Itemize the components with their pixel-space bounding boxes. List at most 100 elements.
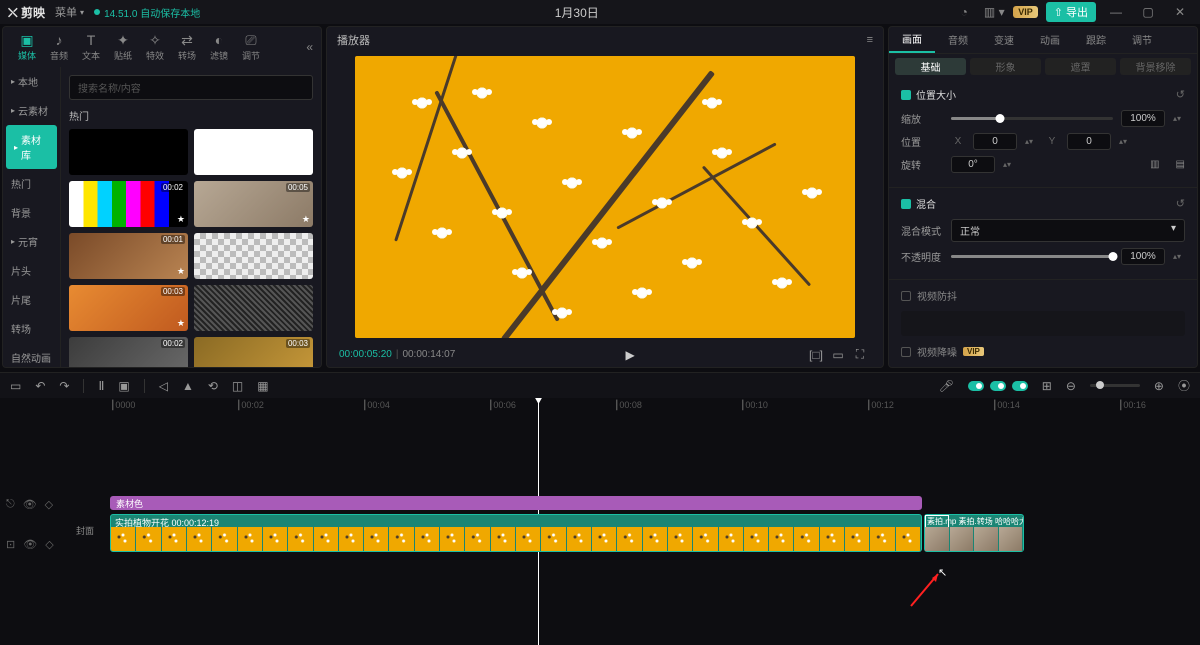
split-icon[interactable]: Ⅱ [98, 379, 104, 393]
mute-icon[interactable]: ◇ [45, 498, 53, 511]
zoom-in-icon[interactable]: ⊕ [1154, 379, 1164, 393]
minimize-button[interactable]: — [1104, 5, 1128, 19]
sidebar-item[interactable]: 片头 [3, 256, 60, 285]
eye-icon[interactable]: 👁 [23, 498, 37, 511]
property-tab[interactable]: 调节 [1119, 27, 1165, 53]
lock-icon[interactable]: ⎋ [6, 498, 15, 511]
collapse-panel-icon[interactable]: « [306, 40, 313, 54]
media-thumbnail[interactable]: 00:01★ [69, 233, 188, 279]
stepper-icon[interactable]: ▴▾ [1003, 162, 1015, 168]
checkbox-off-icon[interactable] [901, 291, 911, 301]
media-tab-媒体[interactable]: ▣媒体 [11, 32, 43, 62]
preview-toggle[interactable] [1012, 381, 1028, 391]
sidebar-item[interactable]: 热门 [3, 169, 60, 198]
ratio-icon[interactable]: ▭ [827, 348, 849, 362]
property-subtab[interactable]: 形象 [970, 58, 1041, 75]
property-subtab[interactable]: 基础 [895, 58, 966, 75]
track-controls[interactable]: ⎋ 👁 ◇ [6, 496, 70, 512]
media-thumbnail[interactable] [194, 285, 313, 331]
reset-icon[interactable]: ↺ [1176, 88, 1185, 101]
preview-viewport[interactable] [327, 52, 883, 342]
fit-screen-icon[interactable]: [□] [805, 348, 827, 362]
close-button[interactable]: ✕ [1168, 5, 1192, 19]
video-clip-2[interactable]: 素拍.mp 素拍.转场 哈哈哈大笑 00 [924, 514, 1024, 552]
media-thumbnail[interactable] [69, 129, 188, 175]
cover-label[interactable]: 封面 [76, 524, 94, 537]
zoom-out-icon[interactable]: ⊖ [1066, 379, 1076, 393]
sidebar-item[interactable]: 自然动画 [3, 343, 60, 367]
sidebar-item[interactable]: 片尾 [3, 285, 60, 314]
media-tab-特效[interactable]: ✧特效 [139, 32, 171, 62]
media-thumbnail[interactable]: 00:03★ [194, 337, 313, 367]
checkbox-off-icon[interactable] [901, 347, 911, 357]
fullscreen-icon[interactable]: ⛶ [849, 347, 871, 362]
sidebar-item[interactable]: 背景 [3, 198, 60, 227]
media-thumbnail[interactable]: 00:02★ [69, 181, 188, 227]
export-button[interactable]: ⇧导出 [1046, 2, 1096, 22]
timeline-ruler[interactable]: ┃0000┃00:02┃00:04┃00:06┃00:08┃00:10┃00:1… [76, 398, 1200, 418]
zoom-slider[interactable] [1090, 384, 1140, 387]
sidebar-item[interactable]: 转场 [3, 314, 60, 343]
scale-slider[interactable] [951, 117, 1113, 120]
reset-icon[interactable]: ↺ [1176, 197, 1185, 210]
media-tab-贴纸[interactable]: ✦贴纸 [107, 32, 139, 62]
selection-tool-icon[interactable]: ▭ [10, 379, 21, 393]
eye-icon[interactable]: 👁 [23, 538, 37, 551]
snap-toggle[interactable] [968, 381, 984, 391]
mic-icon[interactable]: 🎤︎ [939, 379, 954, 393]
property-tab[interactable]: 跟踪 [1073, 27, 1119, 53]
zoom-fit-icon[interactable]: ⦿ [1178, 377, 1190, 394]
color-track[interactable]: 素材色 [110, 496, 922, 510]
crop-icon[interactable]: ◫ [232, 379, 243, 393]
media-thumbnail[interactable]: 00:03★ [69, 285, 188, 331]
search-input[interactable]: 搜索名称/内容 [69, 75, 313, 100]
stepper-icon[interactable]: ▴▾ [1119, 139, 1131, 145]
mark-out-icon[interactable]: ▲ [182, 379, 194, 393]
vip-badge[interactable]: VIP [1013, 6, 1038, 18]
media-tab-音频[interactable]: ♪音频 [43, 32, 75, 62]
menu-button[interactable]: 菜单▾ [55, 4, 84, 20]
checkbox-on-icon[interactable] [901, 90, 911, 100]
maximize-button[interactable]: ▢ [1136, 5, 1160, 19]
property-tab[interactable]: 音频 [935, 27, 981, 53]
property-subtab[interactable]: 背景移除 [1120, 58, 1191, 75]
media-thumbnail[interactable] [194, 233, 313, 279]
undo-icon[interactable]: ↶ [35, 379, 45, 393]
scale-value[interactable]: 100% [1121, 110, 1165, 127]
flip-h-icon[interactable]: ▥ [1150, 159, 1159, 170]
sidebar-item[interactable]: ▸云素材 [3, 96, 60, 125]
lock-icon[interactable]: ⊡ [6, 538, 15, 551]
sidebar-item[interactable]: ▸元宵 [3, 227, 60, 256]
media-tab-转场[interactable]: ⇄转场 [171, 32, 203, 62]
property-tab[interactable]: 画面 [889, 27, 935, 53]
play-button[interactable]: ▶ [455, 348, 805, 362]
position-x-value[interactable]: 0 [973, 133, 1017, 150]
sidebar-item[interactable]: ▸本地 [3, 67, 60, 96]
flip-v-icon[interactable]: ▤ [1176, 159, 1185, 170]
media-tab-文本[interactable]: T文本 [75, 32, 107, 62]
align-icon[interactable]: ⊞ [1042, 379, 1052, 393]
redo-icon[interactable]: ↷ [59, 379, 69, 393]
stepper-icon[interactable]: ▴▾ [1025, 139, 1037, 145]
stepper-icon[interactable]: ▴▾ [1173, 254, 1185, 260]
blend-mode-select[interactable]: 正常▾ [951, 219, 1185, 242]
layout-icon[interactable]: ▥ ▾ [983, 5, 1005, 19]
property-tab[interactable]: 变速 [981, 27, 1027, 53]
stepper-icon[interactable]: ▴▾ [1173, 116, 1185, 122]
checkbox-on-icon[interactable] [901, 199, 911, 209]
stabilize-row[interactable]: 视频防抖 [889, 280, 1197, 311]
denoise-row[interactable]: 视频降噪 VIP [889, 336, 1197, 367]
position-y-value[interactable]: 0 [1067, 133, 1111, 150]
property-tab[interactable]: 动画 [1027, 27, 1073, 53]
preview-menu-icon[interactable]: ≡ [867, 34, 873, 46]
sidebar-item[interactable]: ▸素材库 [6, 125, 57, 169]
mirror-icon[interactable]: ▦ [257, 379, 268, 393]
opacity-slider[interactable] [951, 255, 1113, 258]
track-controls[interactable]: ⊡👁◇ [6, 536, 70, 552]
timeline[interactable]: ⎋ 👁 ◇ ⊡ 👁 ◇ ┃0000┃00:02┃00:04┃00:06┃00:08┃00… [0, 398, 1200, 645]
media-tab-滤镜[interactable]: ◐滤镜 [203, 32, 235, 62]
delete-icon[interactable]: ▣ [118, 379, 129, 393]
property-subtab[interactable]: 遮罩 [1045, 58, 1116, 75]
media-tab-调节[interactable]: ⎚调节 [235, 32, 267, 62]
mark-in-icon[interactable]: ◁ [159, 379, 168, 393]
